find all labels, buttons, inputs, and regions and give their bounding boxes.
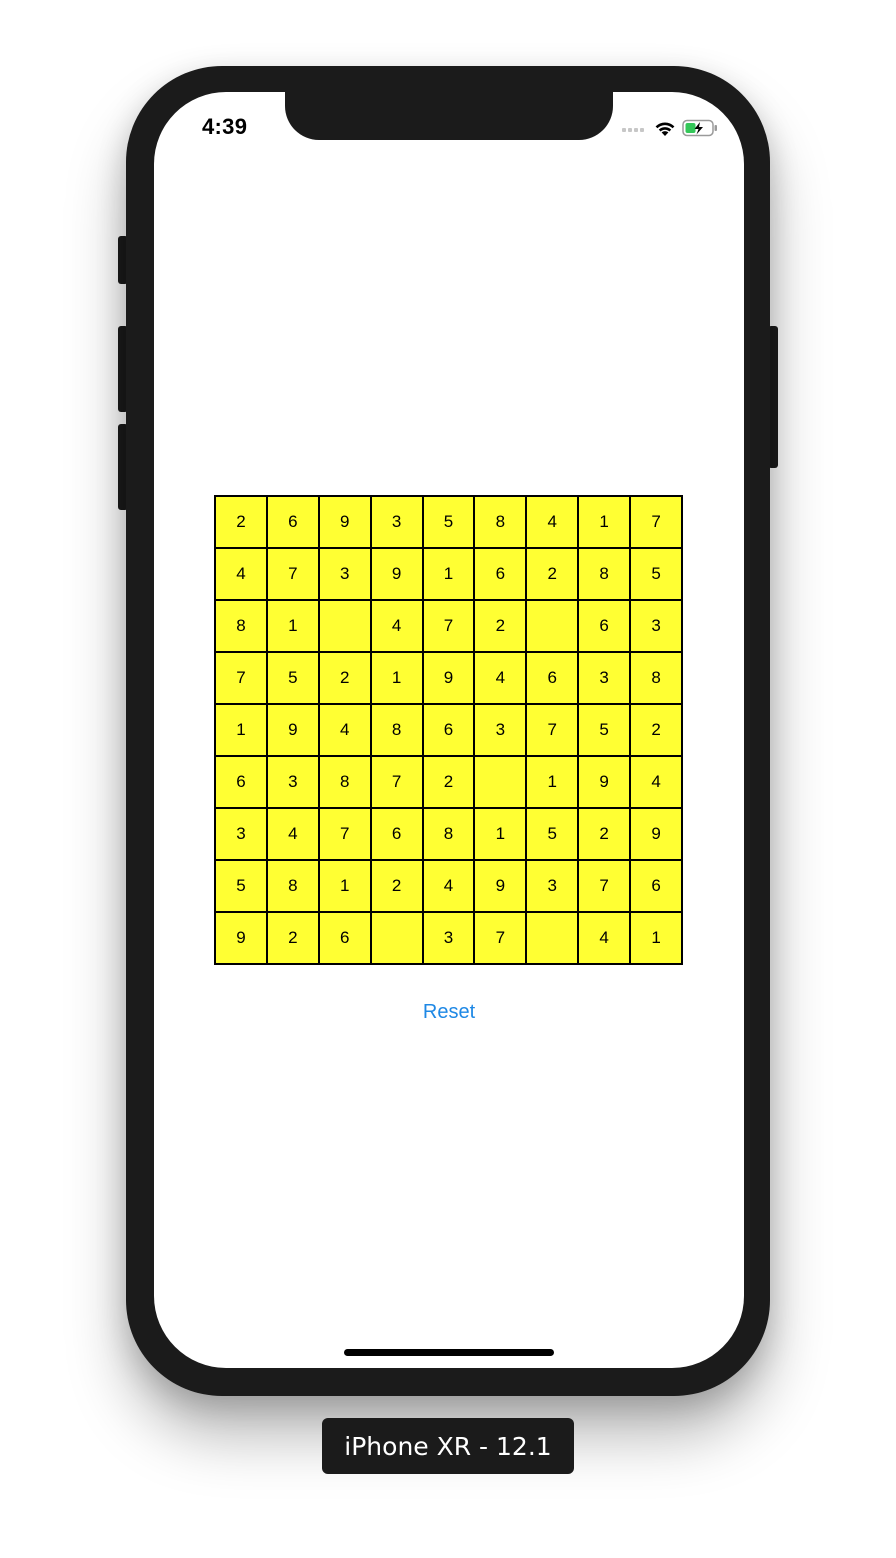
sudoku-cell[interactable]: 6 bbox=[266, 496, 319, 548]
reset-button[interactable]: Reset bbox=[154, 1000, 744, 1025]
sudoku-cell[interactable]: 5 bbox=[215, 860, 267, 912]
sudoku-cell[interactable]: 7 bbox=[215, 652, 267, 704]
sudoku-cell[interactable]: 4 bbox=[630, 756, 682, 808]
sudoku-cell[interactable] bbox=[526, 600, 579, 652]
sudoku-cell[interactable]: 9 bbox=[422, 652, 475, 704]
sudoku-cell[interactable]: 4 bbox=[318, 704, 371, 756]
sudoku-cell[interactable] bbox=[318, 600, 371, 652]
device-label: iPhone XR - 12.1 bbox=[322, 1418, 574, 1474]
sudoku-cell[interactable]: 7 bbox=[318, 808, 371, 860]
sudoku-cell[interactable]: 8 bbox=[578, 548, 631, 600]
sudoku-cell[interactable]: 6 bbox=[318, 912, 371, 964]
sudoku-cell[interactable]: 3 bbox=[630, 600, 682, 652]
sudoku-cell[interactable]: 4 bbox=[526, 496, 579, 548]
sudoku-cell[interactable]: 2 bbox=[370, 860, 423, 912]
sudoku-cell[interactable]: 8 bbox=[266, 860, 319, 912]
sudoku-cell[interactable]: 7 bbox=[370, 756, 423, 808]
sudoku-cell[interactable]: 1 bbox=[318, 860, 371, 912]
sudoku-cell[interactable]: 7 bbox=[266, 548, 319, 600]
sudoku-cell[interactable]: 1 bbox=[215, 704, 267, 756]
simulator-stage: 4:39 26935841747391628581472637521946381… bbox=[0, 0, 896, 1558]
sudoku-board: 2693584174739162858147263752194638194863… bbox=[214, 495, 683, 965]
sudoku-cell[interactable]: 7 bbox=[474, 912, 527, 964]
sudoku-cell[interactable]: 5 bbox=[630, 548, 682, 600]
sudoku-cell[interactable] bbox=[474, 756, 527, 808]
sudoku-cell[interactable]: 6 bbox=[526, 652, 579, 704]
sudoku-cell[interactable]: 6 bbox=[474, 548, 527, 600]
sudoku-cell[interactable] bbox=[526, 912, 579, 964]
sudoku-cell[interactable]: 1 bbox=[370, 652, 423, 704]
sudoku-cell[interactable]: 2 bbox=[266, 912, 319, 964]
wifi-icon bbox=[655, 122, 675, 136]
battery-charging-icon bbox=[682, 119, 717, 137]
sudoku-cell[interactable]: 7 bbox=[526, 704, 579, 756]
sudoku-cell[interactable]: 6 bbox=[422, 704, 475, 756]
sudoku-cell[interactable]: 2 bbox=[215, 496, 267, 548]
sudoku-cell[interactable]: 9 bbox=[370, 548, 423, 600]
sudoku-cell[interactable]: 3 bbox=[526, 860, 579, 912]
sudoku-cell[interactable]: 7 bbox=[578, 860, 631, 912]
sudoku-cell[interactable]: 9 bbox=[318, 496, 371, 548]
sudoku-cell[interactable]: 5 bbox=[578, 704, 631, 756]
home-indicator bbox=[344, 1349, 554, 1356]
sudoku-cell[interactable]: 3 bbox=[578, 652, 631, 704]
sudoku-cell[interactable]: 9 bbox=[630, 808, 682, 860]
sudoku-cell[interactable]: 3 bbox=[422, 912, 475, 964]
sudoku-cell[interactable]: 1 bbox=[526, 756, 579, 808]
sudoku-cell[interactable]: 8 bbox=[422, 808, 475, 860]
sudoku-cell[interactable]: 4 bbox=[266, 808, 319, 860]
sudoku-cell[interactable]: 2 bbox=[422, 756, 475, 808]
sudoku-cell[interactable]: 6 bbox=[215, 756, 267, 808]
sudoku-cell[interactable]: 1 bbox=[578, 496, 631, 548]
sudoku-cell[interactable]: 4 bbox=[578, 912, 631, 964]
sudoku-cell[interactable]: 6 bbox=[370, 808, 423, 860]
device-screen: 4:39 26935841747391628581472637521946381… bbox=[154, 92, 744, 1368]
sudoku-cell[interactable]: 6 bbox=[630, 860, 682, 912]
sudoku-cell[interactable]: 1 bbox=[266, 600, 319, 652]
sudoku-cell[interactable]: 7 bbox=[630, 496, 682, 548]
sudoku-cell[interactable]: 4 bbox=[215, 548, 267, 600]
sudoku-cell[interactable]: 6 bbox=[578, 600, 631, 652]
sudoku-cell[interactable]: 5 bbox=[266, 652, 319, 704]
sudoku-cell[interactable]: 8 bbox=[630, 652, 682, 704]
cellular-signal-icon bbox=[622, 124, 644, 132]
sudoku-cell[interactable]: 2 bbox=[630, 704, 682, 756]
sudoku-cell[interactable]: 8 bbox=[474, 496, 527, 548]
sudoku-cell[interactable]: 3 bbox=[318, 548, 371, 600]
sudoku-cell[interactable]: 7 bbox=[422, 600, 475, 652]
sudoku-cell[interactable]: 4 bbox=[422, 860, 475, 912]
sudoku-cell[interactable]: 9 bbox=[578, 756, 631, 808]
sudoku-cell[interactable]: 3 bbox=[474, 704, 527, 756]
sudoku-cell[interactable]: 9 bbox=[266, 704, 319, 756]
sudoku-cell[interactable]: 1 bbox=[422, 548, 475, 600]
sudoku-cell[interactable]: 8 bbox=[215, 600, 267, 652]
sudoku-cell[interactable]: 9 bbox=[474, 860, 527, 912]
sudoku-cell[interactable]: 4 bbox=[474, 652, 527, 704]
sudoku-cell[interactable]: 4 bbox=[370, 600, 423, 652]
sudoku-cell[interactable]: 8 bbox=[370, 704, 423, 756]
sudoku-cell[interactable] bbox=[370, 912, 423, 964]
sudoku-cell[interactable]: 3 bbox=[370, 496, 423, 548]
status-time: 4:39 bbox=[202, 114, 248, 139]
status-icons bbox=[622, 118, 718, 138]
notch bbox=[285, 92, 613, 140]
sudoku-cell[interactable]: 1 bbox=[474, 808, 527, 860]
sudoku-cell[interactable]: 9 bbox=[215, 912, 267, 964]
sudoku-cell[interactable]: 2 bbox=[578, 808, 631, 860]
sudoku-cell[interactable]: 3 bbox=[215, 808, 267, 860]
sudoku-cell[interactable]: 8 bbox=[318, 756, 371, 808]
sudoku-cell[interactable]: 1 bbox=[630, 912, 682, 964]
sudoku-cell[interactable]: 5 bbox=[422, 496, 475, 548]
sudoku-cell[interactable]: 3 bbox=[266, 756, 319, 808]
sudoku-cell[interactable]: 5 bbox=[526, 808, 579, 860]
sudoku-cell[interactable]: 2 bbox=[526, 548, 579, 600]
sudoku-cell[interactable]: 2 bbox=[318, 652, 371, 704]
sudoku-cell[interactable]: 2 bbox=[474, 600, 527, 652]
